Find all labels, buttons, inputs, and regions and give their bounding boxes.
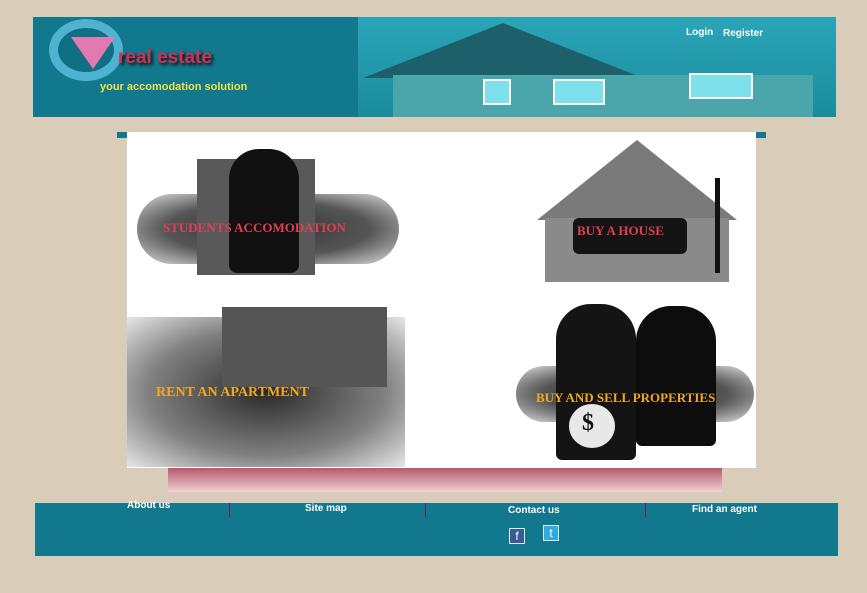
apartment-silhouette xyxy=(222,307,387,387)
footer-divider xyxy=(645,503,646,517)
tile-label: RENT AN APARTMENT xyxy=(156,385,310,400)
logo-heart-icon xyxy=(71,37,115,69)
facebook-icon[interactable]: f xyxy=(509,528,525,544)
footer-link-find-an-agent[interactable]: Find an agent xyxy=(692,504,757,515)
footer-divider xyxy=(229,503,230,517)
footer-link-site-map[interactable]: Site map xyxy=(305,503,347,514)
brand-name: real estate xyxy=(118,47,213,68)
students-accomodation-tile[interactable]: STUDENTS ACCOMODATION xyxy=(137,149,399,275)
site-footer: About us Site map Contact us Find an age… xyxy=(35,500,838,556)
sign-post xyxy=(715,178,720,273)
student-silhouette xyxy=(229,149,299,273)
house-window xyxy=(483,79,511,105)
panel-accent-left xyxy=(117,132,127,138)
house-window xyxy=(689,73,753,99)
footer-link-about-us[interactable]: About us xyxy=(127,500,170,511)
house-window xyxy=(553,79,605,105)
tile-label: BUY AND SELL PROPERTIES xyxy=(536,390,716,405)
footer-link-contact-us[interactable]: Contact us xyxy=(508,505,560,516)
login-link[interactable]: Login xyxy=(686,27,713,38)
twitter-icon[interactable]: t xyxy=(543,525,559,541)
footer-divider xyxy=(425,503,426,517)
panel-accent-right xyxy=(756,132,766,138)
tile-label: STUDENTS ACCOMODATION xyxy=(163,220,346,235)
house-roof-shape xyxy=(363,23,643,78)
person-silhouette xyxy=(636,306,716,446)
tagline: your accomodation solution xyxy=(100,81,248,93)
rent-an-apartment-tile[interactable]: RENT AN APARTMENT xyxy=(127,307,405,467)
house-roof-shape xyxy=(537,140,737,220)
dollar-sign-icon: $ xyxy=(582,410,594,436)
buy-a-house-tile[interactable]: BUY A HOUSE xyxy=(537,140,737,285)
site-header: real estate your accomodation solution L… xyxy=(33,17,836,117)
tile-label: BUY A HOUSE xyxy=(577,223,664,238)
register-link[interactable]: Register xyxy=(723,28,763,39)
panel-bottom-band xyxy=(168,468,722,492)
buy-and-sell-properties-tile[interactable]: $ BUY AND SELL PROPERTIES xyxy=(516,304,754,460)
